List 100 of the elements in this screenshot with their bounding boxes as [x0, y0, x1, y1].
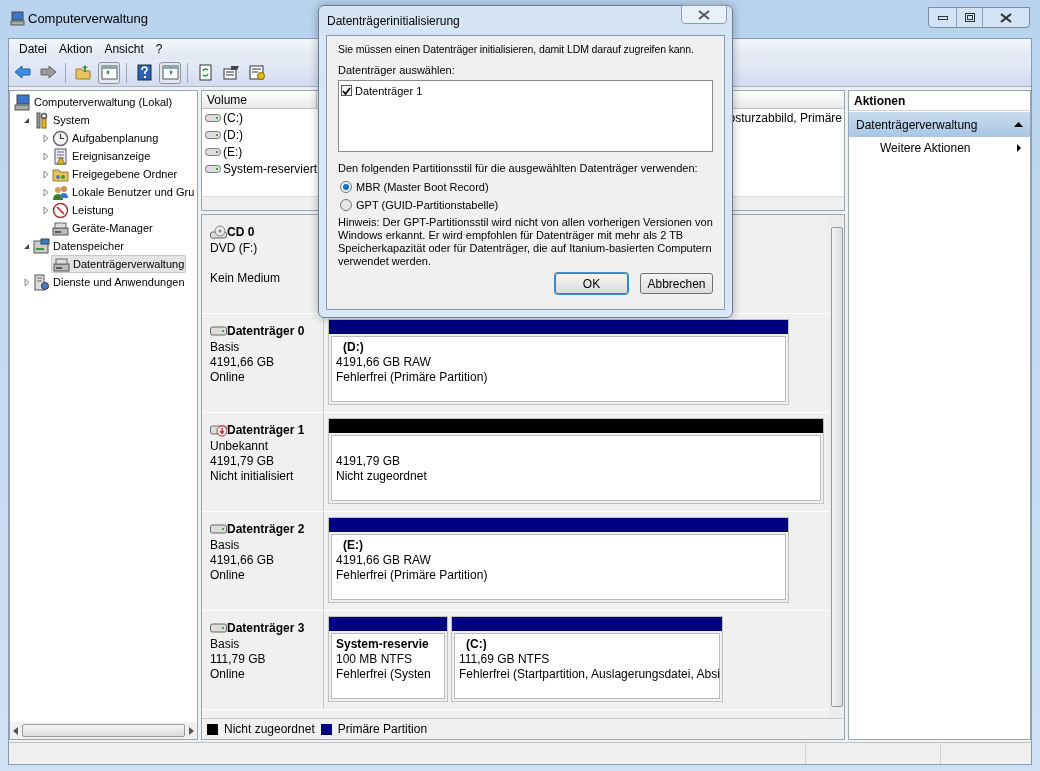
- dialog-button[interactable]: Abbrechen: [640, 273, 713, 294]
- partition-block[interactable]: 4191,79 GB Nicht zugeordnet: [328, 418, 824, 504]
- disk-title: Datenträger 1: [227, 422, 305, 439]
- partition-size: 100 MB NTFS: [336, 652, 414, 667]
- dialog-title: Datenträgerinitialisierung: [327, 13, 460, 30]
- gauge-icon: [52, 201, 69, 219]
- disk-title: Datenträger 3: [227, 620, 305, 637]
- scroll-right-icon[interactable]: [189, 726, 194, 735]
- disk-size: 4191,66 GB: [210, 553, 276, 568]
- disk-type: Basis: [210, 538, 241, 553]
- window-title: Computerverwaltung: [28, 11, 148, 26]
- tree-item[interactable]: Lokale Benutzer und Gru: [51, 183, 196, 201]
- disk-title: Datenträger 0: [227, 323, 305, 340]
- drive-icon: [205, 147, 221, 156]
- services-icon: [33, 273, 50, 291]
- radio-button[interactable]: [340, 181, 352, 193]
- disk-status: Kein Medium: [210, 271, 282, 286]
- disk-drive-icon: [210, 522, 227, 536]
- partition-label: (E:): [342, 538, 364, 553]
- storage-icon: [33, 237, 50, 255]
- cd-drive-icon: [210, 225, 227, 239]
- actions-section-header[interactable]: Datenträgerverwaltung: [849, 112, 1030, 137]
- properties-icon: [222, 64, 240, 81]
- tree-item[interactable]: Datenspeicher: [32, 237, 125, 255]
- close-button[interactable]: [681, 5, 727, 24]
- disk-list[interactable]: Datenträger 1: [338, 80, 713, 152]
- log-icon: [52, 147, 69, 165]
- menu-item[interactable]: ?: [149, 40, 169, 58]
- style-label: Den folgenden Partitionsstil für die ausgewählten Datenträger verwenden:: [338, 161, 699, 175]
- disk-status: Online: [210, 667, 246, 682]
- users-icon: [52, 183, 69, 201]
- disk-type: Unbekannt: [210, 439, 270, 454]
- submenu-arrow-icon: [1016, 143, 1022, 153]
- forward-arrow-icon: [39, 64, 57, 81]
- list-label: Datenträger auswählen:: [338, 63, 456, 77]
- dialog-button[interactable]: OK: [555, 273, 628, 294]
- disk-drive-icon: [210, 621, 227, 635]
- partition-status: Fehlerfrei (Primäre Partition): [336, 370, 489, 385]
- disk-status: Online: [210, 568, 246, 583]
- checkbox[interactable]: [341, 85, 352, 96]
- disk-type: Basis: [210, 340, 241, 355]
- tools-icon: [33, 111, 50, 129]
- partition-size: 4191,66 GB RAW: [336, 355, 432, 370]
- drive-icon: [205, 113, 221, 122]
- maximize-icon: [964, 13, 975, 22]
- list-item[interactable]: Datenträger 1: [355, 83, 423, 98]
- disk-status: Nicht initialisiert: [210, 469, 295, 484]
- partition-block[interactable]: (D:) 4191,66 GB RAW Fehlerfrei (Primäre Partition): [328, 319, 789, 405]
- close-icon: [698, 9, 710, 20]
- action-link[interactable]: Weitere Aktionen: [849, 137, 1030, 159]
- disk-type: DVD (F:): [210, 241, 259, 256]
- tree-item[interactable]: Ereignisanzeige: [51, 147, 152, 165]
- horizontal-scrollbar[interactable]: [10, 722, 197, 739]
- disk-status: Online: [210, 370, 246, 385]
- table-cell-text: System-reserviert: [223, 160, 317, 178]
- intro-text: Sie müssen einen Datenträger initialisieren, damit LDM darauf zugreifen kann.: [338, 42, 695, 56]
- device-icon: [52, 219, 69, 237]
- menu-item[interactable]: Aktion: [53, 40, 99, 58]
- scroll-left-icon[interactable]: [13, 726, 18, 735]
- note-text: Hinweis: Der GPT-Partitionsstil wird nicht von allen vorherigen Versionen von Windows erkannt. Er wird empfohlen für Datenträger mit mehr als 2 TB Speicherkapazität oder für Datenträger, die auf Itanium-basierten Computern verwendet werden.: [338, 216, 713, 268]
- radio-label: MBR (Master Boot Record): [356, 180, 489, 194]
- tree-item[interactable]: Computerverwaltung (Lokal): [13, 93, 174, 111]
- refresh-icon: [196, 64, 214, 81]
- help-icon: [135, 64, 153, 81]
- device-icon: [53, 255, 70, 273]
- column-header[interactable]: Volume: [202, 91, 317, 108]
- menu-item[interactable]: Datei: [13, 40, 53, 58]
- vertical-scrollbar[interactable]: [829, 215, 844, 718]
- menu-item[interactable]: Ansicht: [98, 40, 150, 58]
- settings-icon: [248, 64, 266, 81]
- close-icon: [1000, 12, 1012, 23]
- folder-up-icon: [74, 64, 92, 81]
- panel-icon: [161, 64, 179, 81]
- tree-item[interactable]: Aufgabenplanung: [51, 129, 160, 147]
- disk-size: 111,79 GB: [210, 652, 267, 667]
- tree-item[interactable]: Geräte-Manager: [51, 219, 154, 237]
- legend-label: Nicht zugeordnet: [224, 721, 315, 738]
- tree-item[interactable]: Datenträgerverwaltung: [51, 255, 187, 273]
- tree-item[interactable]: Leistung: [51, 201, 115, 219]
- partition-block[interactable]: (C:) 111,69 GB NTFS Fehlerfrei (Startpartition, Auslagerungsdatei, Absi: [451, 616, 723, 702]
- minimize-icon: [937, 15, 948, 20]
- table-cell-text: (E:): [223, 143, 243, 161]
- tree-item[interactable]: System: [32, 111, 91, 129]
- partition-label: System-reservie: [336, 637, 430, 652]
- disk-title: Datenträger 2: [227, 521, 305, 538]
- disk-size: 4191,79 GB: [210, 454, 276, 469]
- disk-error-icon: [210, 423, 227, 437]
- partition-label: (C:): [465, 637, 488, 652]
- legend-label: Primäre Partition: [337, 721, 428, 738]
- disk-drive-icon: [210, 324, 227, 338]
- tree-item[interactable]: Dienste und Anwendungen: [32, 273, 186, 291]
- tree-item[interactable]: Freigegebene Ordner: [51, 165, 179, 183]
- radio-button[interactable]: [340, 199, 352, 211]
- partition-block[interactable]: System-reservie 100 MB NTFS Fehlerfrei (Systen: [328, 616, 448, 702]
- partition-size: 4191,79 GB: [336, 454, 402, 469]
- partition-block[interactable]: (E:) 4191,66 GB RAW Fehlerfrei (Primäre Partition): [328, 517, 789, 603]
- computer-icon: [10, 11, 25, 26]
- back-arrow-icon: [13, 64, 31, 81]
- drive-icon: [205, 130, 221, 139]
- disk-title: CD 0: [227, 224, 255, 241]
